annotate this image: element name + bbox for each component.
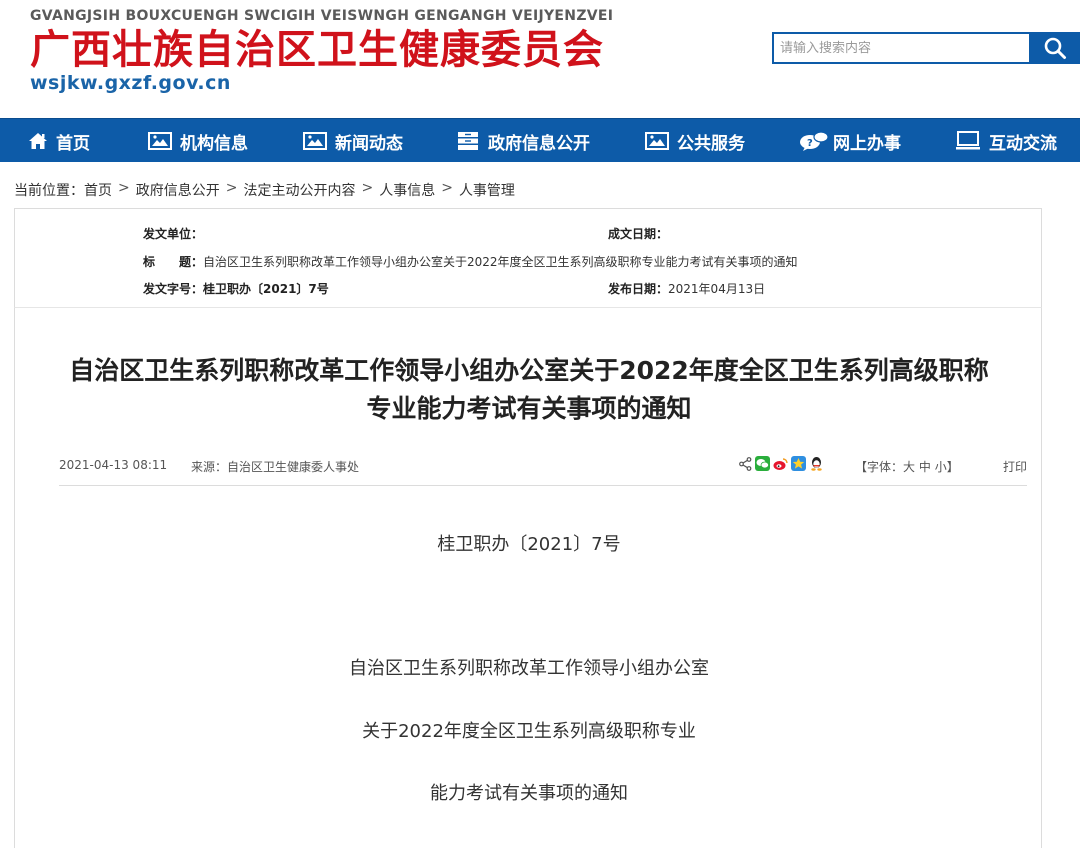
nav-item-org-info[interactable]: 机构信息 [148,119,248,163]
article-title-line1: 自治区卫生系列职称改革工作领导小组办公室关于2022年度全区卫生系列高级职称 [69,356,989,385]
search-button[interactable] [1029,32,1080,64]
font-size-label: 【字体： [855,460,904,474]
article-body-docno: 桂卫职办〔2021〕7号 [437,534,621,555]
meta-title: 标 题：自治区卫生系列职称改革工作领导小组办公室关于2022年度全区卫生系列高级… [143,253,798,270]
nav-item-public-service[interactable]: 公共服务 [645,119,745,163]
meta-docno-value: 桂卫职办〔2021〕7号 [203,282,329,296]
font-size-medium[interactable]: 中 [919,460,931,474]
breadcrumb-separator: > [361,180,374,196]
article-info-bar: 2021-04-13 08:11 来源：自治区卫生健康委人事处 【字体：大 中 … [59,456,1027,486]
article-body-heading-line2: 关于2022年度全区卫生系列高级职称专业 [362,721,696,742]
cabinet-icon [458,132,478,150]
nav-item-gov-info[interactable]: 政府信息公开 [456,119,590,163]
article-body-heading-line1: 自治区卫生系列职称改革工作领导小组办公室 [349,658,709,679]
breadcrumb-item-personnel-info[interactable]: 人事信息 [379,180,435,200]
breadcrumb-separator: > [441,180,453,196]
breadcrumb-prefix: 当前位置： [14,183,84,199]
chat-icon: ? [800,131,829,151]
meta-docno-label: 发文字号： [143,282,204,296]
image-icon [303,132,327,150]
nav-item-interaction[interactable]: 互动交流 [955,119,1057,163]
home-icon [29,133,47,149]
meta-issuer: 发文单位： [143,225,203,242]
meta-issuer-label: 发文单位： [143,227,204,241]
breadcrumb-item-statutory[interactable]: 法定主动公开内容 [243,180,355,200]
nav-item-label: 互动交流 [989,133,1057,154]
nav-item-label: 新闻动态 [335,133,403,154]
breadcrumb-item-personnel-mgmt[interactable]: 人事管理 [459,180,515,200]
nav-item-label: 公共服务 [677,133,745,154]
article: 自治区卫生系列职称改革工作领导小组办公室关于2022年度全区卫生系列高级职称 专… [14,308,1042,848]
meta-published-value: 2021年04月13日 [668,282,766,296]
site-header: GVANGJSIH BOUXCUENGH SWCIGIH VEISWNGH GE… [0,0,1080,118]
share-bar [739,456,824,471]
monitor-icon [956,131,980,150]
nav-item-label: 首页 [56,133,90,154]
svg-text:?: ? [807,138,813,149]
nav-item-news[interactable]: 新闻动态 [303,119,403,163]
font-size-large[interactable]: 大 [903,460,915,474]
breadcrumb-separator: > [118,180,130,196]
search-icon [1044,37,1066,59]
nav-item-home[interactable]: 首页 [28,119,90,163]
font-size-small[interactable]: 小 [935,460,947,474]
image-icon [148,132,172,150]
wechat-icon[interactable] [755,456,770,471]
nav-item-label: 机构信息 [180,133,248,154]
article-source: 来源：自治区卫生健康委人事处 [191,460,360,474]
nav-item-label: 政府信息公开 [488,133,590,154]
breadcrumb: 当前位置： 首页 > 政府信息公开 > 法定主动公开内容 > 人事信息 > 人事… [14,180,515,200]
search-box [772,32,1080,64]
meta-title-value: 自治区卫生系列职称改革工作领导小组办公室关于2022年度全区卫生系列高级职称专业… [203,255,798,269]
article-body-heading-line3: 能力考试有关事项的通知 [430,783,628,804]
meta-created-date: 成文日期： [608,225,668,242]
font-size-close: 】 [946,460,959,474]
qzone-icon[interactable] [791,456,806,471]
site-name-en: GVANGJSIH BOUXCUENGH SWCIGIH VEISWNGH GE… [30,8,614,24]
meta-doc-number: 发文字号：桂卫职办〔2021〕7号 [143,280,329,297]
site-name-cn[interactable]: 广西壮族自治区卫生健康委员会 [30,26,604,74]
article-datetime: 2021-04-13 08:11 [59,458,168,472]
document-meta: 发文单位： 成文日期： 标 题：自治区卫生系列职称改革工作领导小组办公室关于20… [14,208,1042,308]
qq-icon[interactable] [809,456,824,471]
image-icon [645,132,669,150]
nav-item-label: 网上办事 [833,133,901,154]
breadcrumb-item-gov-info[interactable]: 政府信息公开 [136,180,220,200]
meta-published-date: 发布日期：2021年04月13日 [608,280,765,297]
nav-item-online-service[interactable]: ? 网上办事 [799,119,901,163]
share-icon[interactable] [739,456,752,471]
meta-created-label: 成文日期： [608,227,669,241]
meta-title-label: 标 题： [143,255,204,269]
breadcrumb-item-home[interactable]: 首页 [84,180,112,200]
font-size-switcher: 【字体：大 中 小】 [855,458,959,475]
print-link[interactable]: 打印 [1003,458,1027,475]
site-url[interactable]: wsjkw.gxzf.gov.cn [30,72,231,94]
article-title-line2: 专业能力考试有关事项的通知 [366,394,692,423]
meta-published-label: 发布日期： [608,282,669,296]
article-title: 自治区卫生系列职称改革工作领导小组办公室关于2022年度全区卫生系列高级职称 专… [15,352,1043,428]
search-input[interactable] [772,32,1029,64]
weibo-icon[interactable] [773,456,788,471]
breadcrumb-separator: > [225,180,238,196]
main-nav: 首页 机构信息 新闻动态 政府信息公开 公共服务 ? 网上办事 互动交流 [0,118,1080,162]
